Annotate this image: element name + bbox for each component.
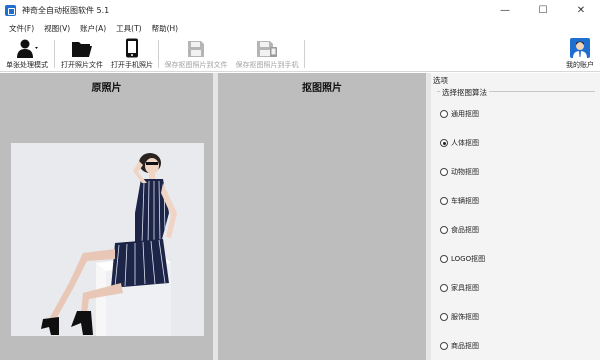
radio-button[interactable]	[440, 168, 448, 176]
radio-button[interactable]	[440, 226, 448, 234]
radio-animal[interactable]: 动物抠图	[440, 167, 479, 177]
menu-help[interactable]: 帮助(H)	[147, 23, 184, 34]
minimize-button[interactable]: —	[486, 0, 524, 20]
algorithm-group-title: 选择抠图算法	[440, 87, 489, 98]
toolbar-separator	[54, 40, 55, 68]
radio-general[interactable]: 通用抠图	[440, 109, 479, 119]
radio-label: 车辆抠图	[451, 197, 479, 205]
account-avatar-icon	[570, 36, 590, 58]
phone-icon	[125, 36, 139, 58]
window-title: 神奇全自动抠图软件 5.1	[22, 5, 110, 15]
menu-tools[interactable]: 工具(T)	[111, 23, 146, 34]
radio-product[interactable]: 商品抠图	[440, 341, 479, 351]
save-phone-icon	[256, 36, 278, 58]
menu-file[interactable]: 文件(F)	[4, 23, 39, 34]
radio-label: 通用抠图	[451, 110, 479, 118]
algorithm-group: 选择抠图算法 通用抠图 人体抠图 动物抠图 车辆抠图 食品抠图 LOGO抠图 家…	[437, 87, 595, 360]
folder-open-icon	[71, 36, 93, 58]
open-file-button[interactable]: 打开照片文件	[58, 36, 106, 72]
radio-button[interactable]	[440, 110, 448, 118]
radio-food[interactable]: 食品抠图	[440, 225, 479, 235]
radio-human[interactable]: 人体抠图	[440, 138, 479, 148]
original-photo-panel: 原照片	[0, 73, 213, 360]
cutout-photo-title: 抠图照片	[302, 83, 342, 94]
radio-label: 动物抠图	[451, 168, 479, 176]
app-icon	[5, 4, 16, 16]
radio-label: 商品抠图	[451, 342, 479, 350]
save-to-file-label: 保存抠图照片到文件	[164, 61, 228, 69]
single-mode-label: 单张处理模式	[6, 61, 48, 69]
toolbar-separator	[304, 40, 305, 68]
save-to-file-button[interactable]: 保存抠图照片到文件	[162, 36, 230, 72]
radio-button[interactable]	[440, 255, 448, 263]
radio-vehicle[interactable]: 车辆抠图	[440, 196, 479, 206]
radio-button[interactable]	[440, 284, 448, 292]
radio-button[interactable]	[440, 197, 448, 205]
original-photo-title: 原照片	[91, 83, 122, 94]
save-to-phone-button[interactable]: 保存抠图照片到手机	[232, 36, 302, 72]
toolbar-separator	[158, 40, 159, 68]
radio-label: 家具抠图	[451, 284, 479, 292]
my-account-label: 我的账户	[566, 61, 594, 69]
original-photo-image	[11, 143, 204, 336]
radio-label: 食品抠图	[451, 226, 479, 234]
window-controls: — ☐ ✕	[486, 0, 600, 20]
close-button[interactable]: ✕	[562, 0, 600, 20]
my-account-button[interactable]: 我的账户	[562, 36, 598, 72]
radio-button[interactable]	[440, 342, 448, 350]
options-header: 选项	[433, 76, 448, 85]
radio-label: 服饰抠图	[451, 313, 479, 321]
options-panel: 选项 选择抠图算法 通用抠图 人体抠图 动物抠图 车辆抠图 食品抠图 LOGO抠…	[431, 73, 600, 360]
open-phone-label: 打开手机照片	[111, 61, 153, 69]
save-to-phone-label: 保存抠图照片到手机	[235, 61, 299, 69]
radio-button-checked[interactable]	[440, 139, 448, 147]
toolbar: 单张处理模式 打开照片文件 打开手机照片 保存抠图照片到文件 保存抠图照片到手机…	[0, 36, 600, 72]
single-mode-button[interactable]: 单张处理模式	[4, 36, 50, 72]
title-bar: 神奇全自动抠图软件 5.1 — ☐ ✕	[0, 0, 600, 20]
radio-label: LOGO抠图	[451, 255, 486, 263]
open-phone-button[interactable]: 打开手机照片	[108, 36, 156, 72]
save-disk-icon	[187, 36, 205, 58]
menu-view[interactable]: 视图(V)	[39, 23, 75, 34]
radio-clothing[interactable]: 服饰抠图	[440, 312, 479, 322]
menu-account[interactable]: 账户(A)	[75, 23, 111, 34]
radio-furniture[interactable]: 家具抠图	[440, 283, 479, 293]
radio-button[interactable]	[440, 313, 448, 321]
open-file-label: 打开照片文件	[61, 61, 103, 69]
maximize-button[interactable]: ☐	[524, 0, 562, 20]
radio-logo[interactable]: LOGO抠图	[440, 254, 485, 264]
user-dropdown-icon	[15, 36, 39, 58]
cutout-photo-panel: 抠图照片	[218, 73, 426, 360]
menu-bar: 文件(F) 视图(V) 账户(A) 工具(T) 帮助(H)	[0, 20, 600, 36]
radio-label: 人体抠图	[451, 139, 479, 147]
